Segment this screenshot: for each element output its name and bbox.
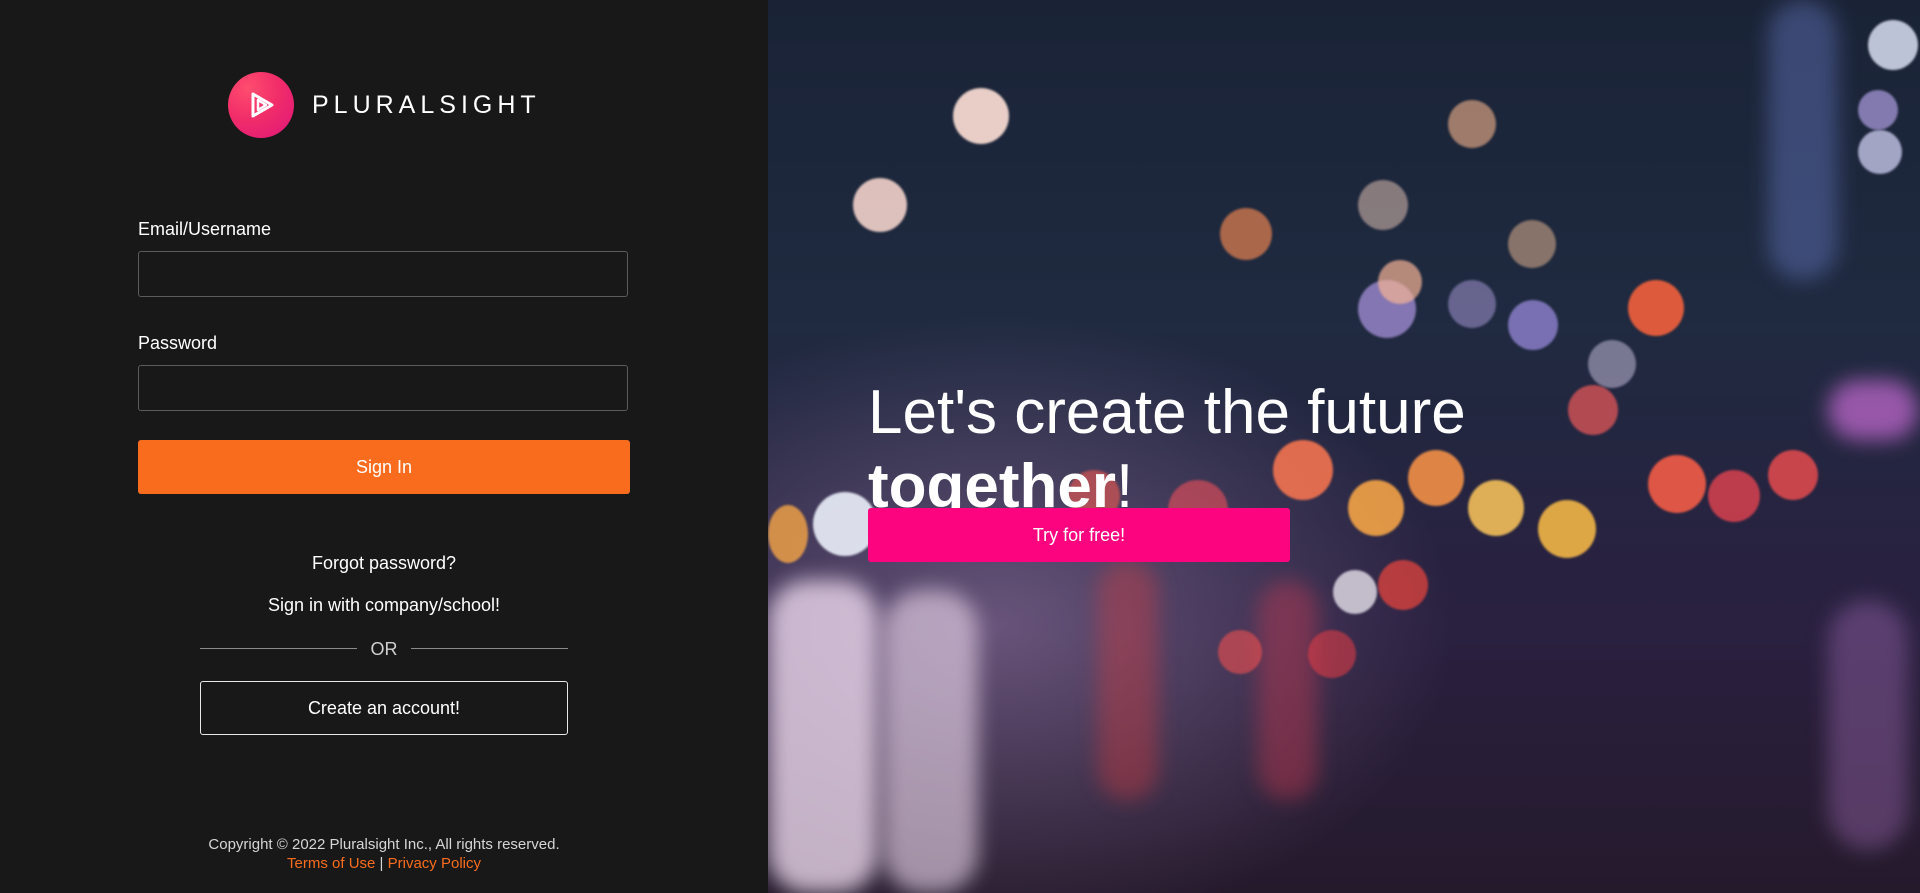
brand-logo[interactable]: PLURALSIGHT — [228, 72, 541, 138]
terms-of-use-link[interactable]: Terms of Use — [287, 855, 375, 872]
or-text: OR — [370, 639, 398, 659]
company-sso-link[interactable]: Sign in with company/school! — [0, 595, 768, 616]
password-label: Password — [138, 333, 218, 353]
divider-line-right — [411, 648, 568, 649]
password-field[interactable] — [138, 365, 628, 411]
sign-in-button[interactable]: Sign In — [138, 440, 630, 494]
login-page: PLURALSIGHT Email/Username Password Sign… — [0, 0, 1920, 893]
forgot-password-link[interactable]: Forgot password? — [0, 553, 768, 574]
hero-line-1: Let's create the future — [868, 377, 1466, 447]
create-account-button[interactable]: Create an account! — [200, 681, 568, 735]
login-panel: PLURALSIGHT Email/Username Password Sign… — [0, 0, 768, 893]
email-field[interactable] — [138, 251, 628, 297]
play-triangle-icon — [228, 72, 294, 138]
brand-name: PLURALSIGHT — [312, 90, 541, 119]
copyright-text: Copyright © 2022 Pluralsight Inc., All r… — [208, 836, 560, 853]
or-divider: OR — [200, 636, 568, 662]
hero-panel: Let's create the future together! Try fo… — [768, 0, 1920, 893]
email-label: Email/Username — [138, 219, 272, 239]
try-for-free-button[interactable]: Try for free! — [868, 508, 1290, 562]
footer-links: Terms of Use | Privacy Policy — [0, 855, 768, 872]
hero-headline: Let's create the future together! — [868, 376, 1466, 524]
footer-separator: | — [379, 855, 384, 872]
privacy-policy-link[interactable]: Privacy Policy — [388, 855, 481, 872]
